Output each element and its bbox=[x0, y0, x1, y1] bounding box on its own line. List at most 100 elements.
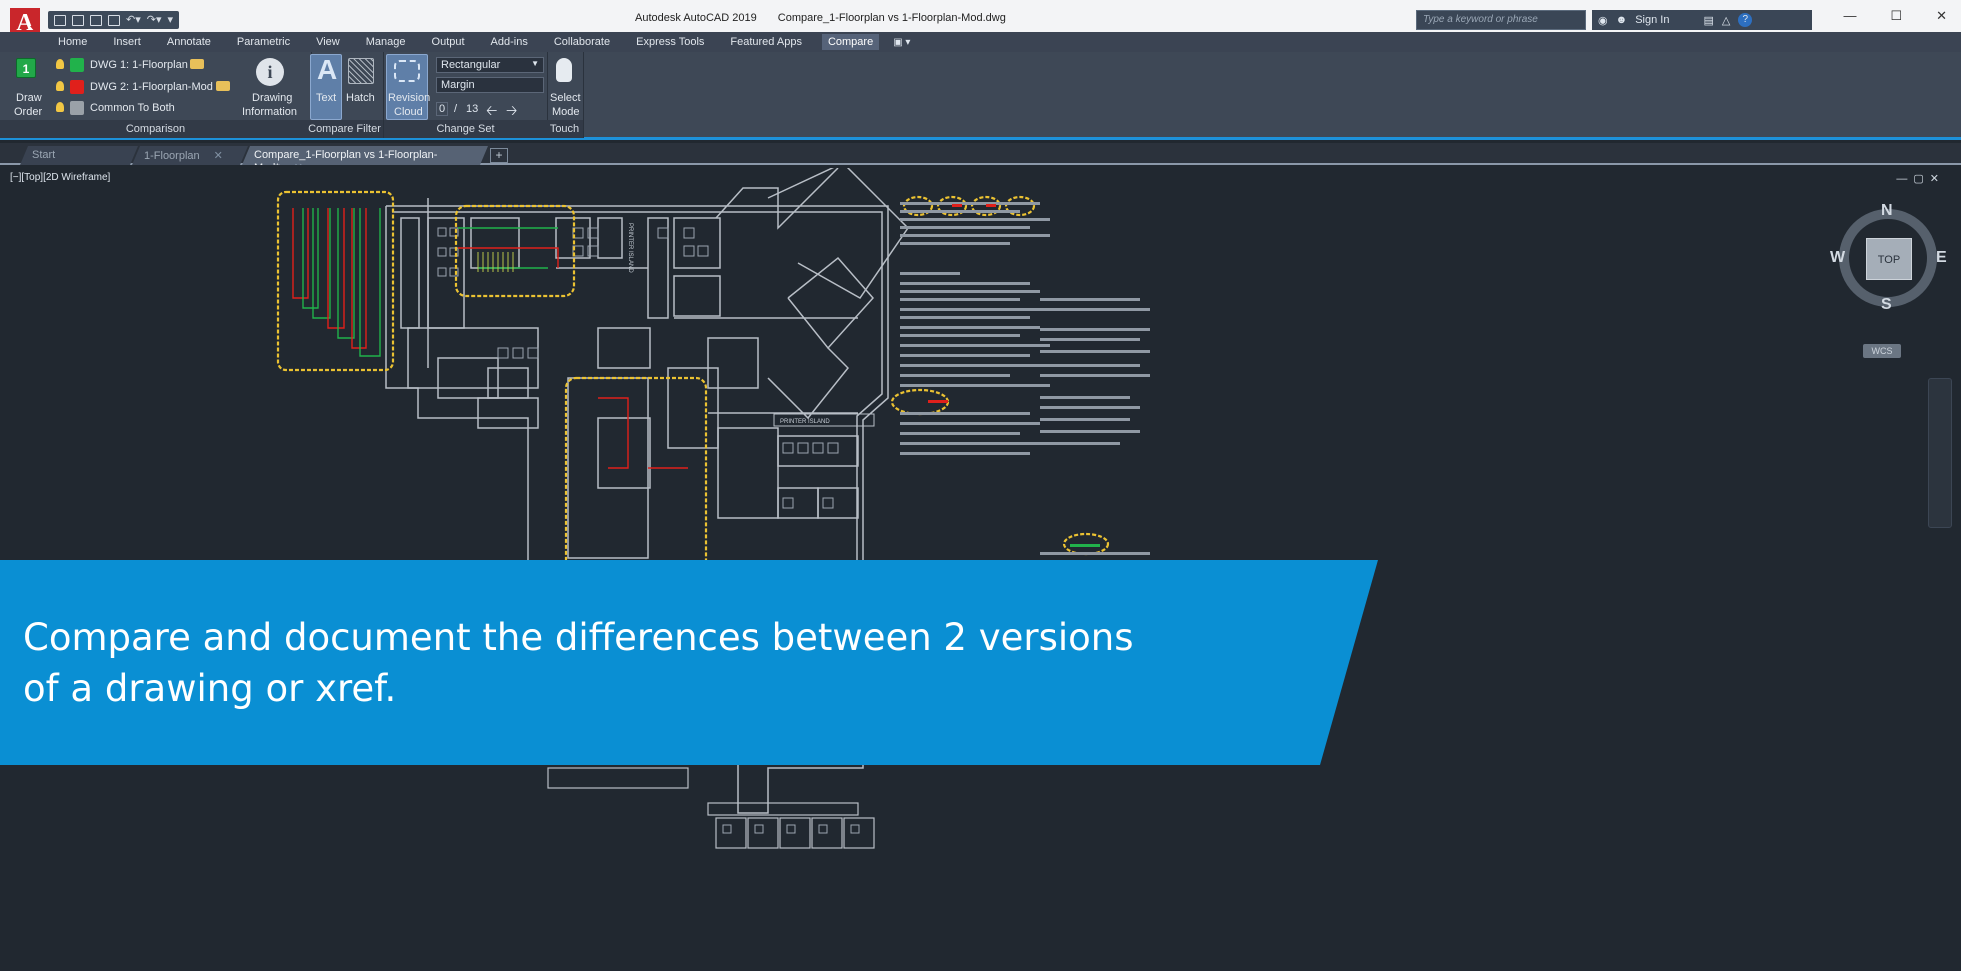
minimize-icon[interactable]: — bbox=[1843, 8, 1856, 24]
revision-cloud-label-2: Cloud bbox=[394, 106, 423, 118]
quick-access-toolbar: ↶▾ ↷▾ ▾ bbox=[48, 11, 180, 29]
comparison-panel-title: Comparison bbox=[0, 120, 311, 138]
user-icon[interactable]: ☻ bbox=[1616, 14, 1628, 26]
change-separator: / bbox=[454, 103, 458, 115]
draw-order-icon[interactable]: 1 bbox=[16, 58, 36, 78]
bottom-offices bbox=[547, 767, 875, 849]
ribbon-tab-add-ins[interactable]: Add-ins bbox=[485, 34, 534, 50]
change-set-panel-title: Change Set bbox=[384, 120, 547, 138]
viewcube[interactable]: N S E W TOP bbox=[1828, 198, 1948, 318]
close-tab-icon[interactable]: ✕ bbox=[214, 150, 223, 162]
tab-compare[interactable]: Compare_1-Floorplan vs 1-Floorplan-Mod*✕ bbox=[242, 146, 488, 165]
text-filter-label: Text bbox=[316, 92, 337, 104]
drawing-info-label-1[interactable]: Drawing bbox=[252, 92, 292, 104]
help-icon[interactable]: ? bbox=[1738, 13, 1753, 27]
new-file-icon[interactable] bbox=[54, 14, 66, 26]
sign-in-button[interactable]: Sign In bbox=[1635, 14, 1669, 26]
wcs-menu-button[interactable]: WCS bbox=[1863, 344, 1901, 358]
compare-filter-panel-title: Compare Filter bbox=[306, 120, 383, 138]
select-mode-label-1[interactable]: Select bbox=[550, 92, 581, 104]
viewcube-south[interactable]: S bbox=[1881, 296, 1892, 314]
common-label: Common To Both bbox=[90, 102, 175, 114]
printer-island-label: PRINTER ISLAND bbox=[780, 419, 830, 425]
close-icon[interactable]: ✕ bbox=[1936, 8, 1947, 24]
revision-cloud-icon bbox=[394, 60, 420, 82]
caption-text: Compare and document the differences bet… bbox=[23, 616, 1134, 710]
change-index-input[interactable]: 0 bbox=[436, 102, 449, 116]
infocenter-toolbar: ◉ ☻ Sign In ▤ △ ? bbox=[1592, 10, 1812, 30]
hatch-label[interactable]: Hatch bbox=[346, 92, 375, 104]
comparison-panel: 1 Draw Order DWG 1: 1-Floorplan DWG 2: 1… bbox=[0, 52, 312, 138]
viewcube-north[interactable]: N bbox=[1881, 202, 1893, 220]
info-icon[interactable]: i bbox=[256, 58, 284, 86]
new-tab-button[interactable]: + bbox=[490, 148, 508, 163]
margin-input[interactable]: Margin bbox=[436, 77, 544, 93]
ribbon-tab-annotate[interactable]: Annotate bbox=[161, 34, 217, 50]
dwg2-label: DWG 2: 1-Floorplan-Mod bbox=[90, 81, 213, 93]
dwg1-label: DWG 1: 1-Floorplan bbox=[90, 59, 188, 71]
ribbon: 1 Draw Order DWG 1: 1-Floorplan DWG 2: 1… bbox=[0, 52, 1961, 140]
workspace-menu-icon[interactable]: ▣ ▾ bbox=[893, 37, 910, 48]
change-set-panel: Revision Cloud Rectangular ▼ Margin 0 / 1… bbox=[384, 52, 548, 138]
tab-floorplan-label: 1-Floorplan bbox=[144, 150, 200, 162]
text-filter-icon: A bbox=[317, 54, 338, 85]
compare-filter-panel: A Text Hatch Compare Filter bbox=[306, 52, 384, 138]
tab-start-label: Start bbox=[32, 149, 56, 161]
cart-icon[interactable]: ▤ bbox=[1703, 14, 1713, 27]
change-total: 13 bbox=[466, 103, 479, 115]
ribbon-tab-insert[interactable]: Insert bbox=[107, 34, 147, 50]
binoculars-icon[interactable]: ◉ bbox=[1598, 14, 1608, 27]
plot-icon[interactable] bbox=[108, 14, 120, 26]
ribbon-tab-collaborate[interactable]: Collaborate bbox=[548, 34, 616, 50]
stairs bbox=[477, 252, 514, 272]
hatch-icon[interactable] bbox=[348, 58, 374, 84]
ribbon-tab-parametric[interactable]: Parametric bbox=[231, 34, 296, 50]
hand-pointer-icon[interactable] bbox=[556, 58, 572, 82]
a360-icon[interactable]: △ bbox=[1722, 14, 1730, 27]
dwg2-folder-icon[interactable] bbox=[216, 81, 230, 91]
open-file-icon[interactable] bbox=[72, 14, 84, 26]
cloud-shape-select[interactable]: Rectangular ▼ bbox=[436, 57, 544, 73]
autocad-window: A ↶▾ ↷▾ ▾ Autodesk AutoCAD 2019 Compare_… bbox=[0, 0, 1961, 971]
printer-island-label-vertical: PRINTER ISLAND bbox=[627, 223, 633, 273]
dwg2-color-swatch[interactable] bbox=[70, 80, 84, 94]
undo-icon[interactable]: ↶▾ bbox=[126, 14, 141, 26]
maximize-icon[interactable]: ☐ bbox=[1890, 8, 1902, 24]
file-name: Compare_1-Floorplan vs 1-Floorplan-Mod.d… bbox=[777, 12, 1006, 24]
save-icon[interactable] bbox=[90, 14, 102, 26]
app-name: Autodesk AutoCAD 2019 bbox=[635, 12, 757, 24]
ribbon-tab-express-tools[interactable]: Express Tools bbox=[630, 34, 710, 50]
viewcube-west[interactable]: W bbox=[1830, 249, 1845, 267]
revision-cloud-label-1: Revision bbox=[388, 92, 431, 104]
viewcube-top-face[interactable]: TOP bbox=[1866, 238, 1912, 280]
ribbon-tab-output[interactable]: Output bbox=[426, 34, 471, 50]
ribbon-tab-home[interactable]: Home bbox=[52, 34, 93, 50]
drawing-info-label-2[interactable]: Information bbox=[242, 106, 297, 118]
common-visibility-icon[interactable] bbox=[56, 102, 64, 112]
navigation-bar[interactable] bbox=[1928, 378, 1952, 528]
window-controls: — ☐ ✕ bbox=[1843, 8, 1947, 24]
dwg1-color-swatch[interactable] bbox=[70, 58, 84, 72]
document-tab-bar: Start 1-Floorplan ✕ Compare_1-Floorplan v… bbox=[0, 143, 1961, 165]
common-color-swatch[interactable] bbox=[70, 101, 84, 115]
viewcube-east[interactable]: E bbox=[1936, 249, 1947, 267]
search-input[interactable]: Type a keyword or phrase bbox=[1416, 10, 1586, 30]
deleted-note-marks bbox=[928, 204, 996, 403]
customize-qat-icon[interactable]: ▾ bbox=[168, 14, 174, 26]
select-mode-label-2[interactable]: Mode bbox=[552, 106, 580, 118]
draw-order-label-1[interactable]: Draw bbox=[16, 92, 42, 104]
dwg1-folder-icon[interactable] bbox=[190, 59, 204, 69]
ribbon-tab-featured-apps[interactable]: Featured Apps bbox=[724, 34, 808, 50]
window-title: Autodesk AutoCAD 2019 Compare_1-Floorpla… bbox=[635, 12, 1024, 24]
touch-panel: Select Mode Touch bbox=[546, 52, 584, 138]
dwg2-visibility-icon[interactable] bbox=[56, 81, 64, 91]
draw-order-label-2[interactable]: Order bbox=[14, 106, 42, 118]
tab-start[interactable]: Start bbox=[20, 146, 138, 165]
ribbon-tab-compare[interactable]: Compare bbox=[821, 34, 880, 50]
tab-floorplan[interactable]: 1-Floorplan ✕ bbox=[132, 146, 248, 165]
ribbon-tab-view[interactable]: View bbox=[310, 34, 346, 50]
dwg1-visibility-icon[interactable] bbox=[56, 59, 64, 69]
redo-icon[interactable]: ↷▾ bbox=[147, 14, 162, 26]
ribbon-tab-manage[interactable]: Manage bbox=[360, 34, 412, 50]
cloud-shape-value: Rectangular bbox=[441, 59, 501, 71]
